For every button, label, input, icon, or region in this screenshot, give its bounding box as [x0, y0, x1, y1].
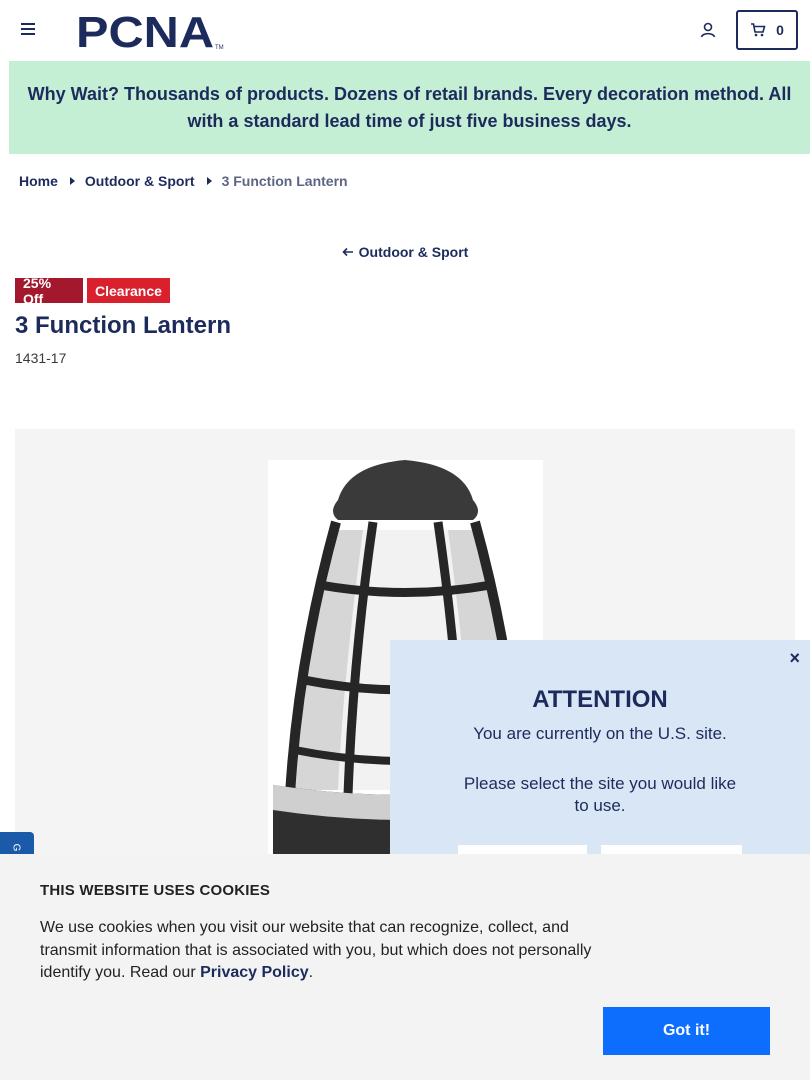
pcna-logo[interactable]: PCNA TM: [76, 11, 224, 51]
accept-cookies-button[interactable]: Got it!: [603, 1007, 770, 1055]
modal-prompt: Please select the site you would like to…: [463, 774, 737, 815]
clearance-badge: Clearance: [87, 278, 170, 303]
back-to-category-link[interactable]: Outdoor & Sport: [342, 244, 469, 260]
caret-right-icon: [206, 177, 212, 185]
privacy-policy-link[interactable]: Privacy Policy: [200, 964, 309, 981]
cart-count: 0: [776, 22, 784, 38]
promo-banner: Why Wait? Thousands of products. Dozens …: [9, 61, 810, 154]
breadcrumb: Home Outdoor & Sport 3 Function Lantern: [19, 172, 348, 190]
promo-text: Why Wait? Thousands of products. Dozens …: [27, 83, 792, 131]
cart-icon: [751, 23, 766, 37]
product-title: 3 Function Lantern: [15, 312, 231, 339]
product-sku: 1431-17: [15, 350, 67, 366]
arrow-left-icon: [342, 247, 353, 257]
cookie-text: We use cookies when you visit our websit…: [40, 917, 610, 985]
cart-button[interactable]: 0: [736, 10, 798, 50]
back-link-container: Outdoor & Sport: [0, 244, 810, 260]
caret-right-icon: [69, 177, 75, 185]
breadcrumb-home[interactable]: Home: [19, 173, 58, 189]
cookie-banner: THIS WEBSITE USES COOKIES We use cookies…: [0, 854, 810, 1080]
breadcrumb-category[interactable]: Outdoor & Sport: [85, 173, 195, 189]
discount-badge: 25% Off: [15, 275, 83, 307]
cookie-title: THIS WEBSITE USES COOKIES: [40, 882, 271, 899]
side-tab-glyph: G: [10, 843, 22, 852]
hamburger-menu-icon[interactable]: [21, 23, 35, 37]
breadcrumb-current: 3 Function Lantern: [221, 173, 348, 189]
svg-text:PCNA: PCNA: [76, 11, 214, 51]
modal-title: ATTENTION: [532, 686, 668, 713]
cookie-body: We use cookies when you visit our websit…: [40, 919, 592, 981]
account-icon[interactable]: [699, 21, 717, 39]
modal-current-site: You are currently on the U.S. site.: [473, 724, 727, 743]
close-icon[interactable]: ×: [789, 648, 800, 669]
svg-text:TM: TM: [215, 45, 224, 51]
site-header: PCNA TM 0: [0, 0, 810, 61]
back-link-label: Outdoor & Sport: [358, 244, 469, 260]
cookie-period: .: [308, 964, 314, 981]
